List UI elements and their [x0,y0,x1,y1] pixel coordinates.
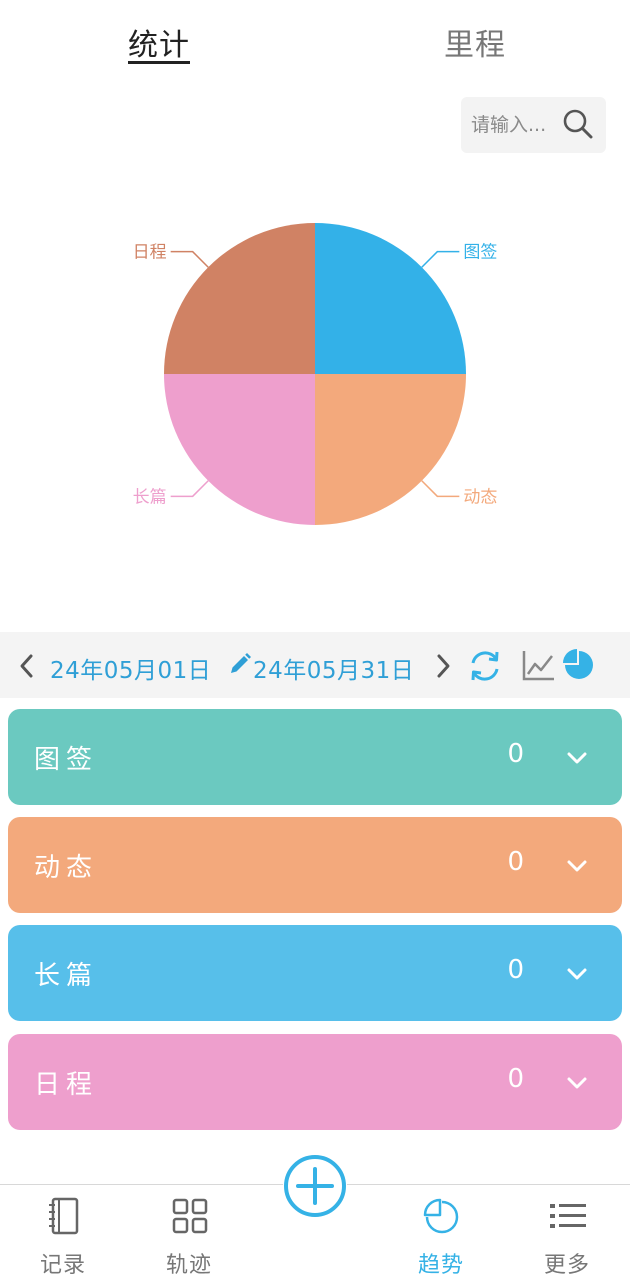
pencil-icon[interactable] [228,652,252,676]
category-card-tuqian[interactable]: 图签 0 [8,709,622,805]
nav-label: 轨迹 [165,1253,212,1278]
search-box [461,97,606,153]
category-count: 0 [507,847,524,877]
tab-mileage[interactable]: 里程 [444,20,506,64]
pie-slice[interactable] [164,223,315,374]
pie-slice-label: 动态 [463,487,497,507]
chevron-left-icon[interactable] [16,653,38,679]
category-card-changpian[interactable]: 长篇 0 [8,925,622,1021]
category-count: 0 [507,739,524,769]
search-input[interactable] [471,109,559,141]
chevron-right-icon[interactable] [432,653,454,679]
grid-icon [172,1198,208,1234]
end-date[interactable]: 24年05月31日 [253,651,414,685]
pie-slice[interactable] [315,374,466,525]
category-label: 长篇 [34,961,99,991]
category-card-dongtai[interactable]: 动态 0 [8,817,622,913]
nav-item-records[interactable]: 记录 [8,1185,118,1281]
nav-label: 记录 [39,1253,86,1278]
category-label: 日程 [34,1070,99,1100]
category-label: 图签 [34,745,99,775]
tab-statistics[interactable]: 统计 [128,20,190,64]
refresh-icon[interactable] [467,648,503,684]
category-count: 0 [507,1064,524,1094]
nav-item-trend[interactable]: 趋势 [386,1185,496,1281]
category-label: 动态 [34,853,99,883]
list-icon [550,1204,586,1228]
pie-slice[interactable] [315,223,466,374]
pie-slice[interactable] [164,374,315,525]
nav-label: 趋势 [417,1253,464,1278]
pie-slice-label: 图签 [463,243,497,263]
chevron-down-icon[interactable] [566,1072,588,1094]
category-card-richeng[interactable]: 日程 0 [8,1034,622,1130]
pie-chart: 图签动态 长篇 日程 [0,180,630,580]
search-icon[interactable] [561,107,595,141]
pie-leader-line [170,480,209,498]
pie-slice-label: 长篇 [133,487,167,507]
nav-item-track[interactable]: 轨迹 [134,1185,244,1281]
chevron-down-icon[interactable] [566,747,588,769]
pie-slice-label: 日程 [133,243,167,263]
top-tab-bar: 统计 里程 [0,0,630,82]
add-icon [284,1155,346,1217]
nav-item-more[interactable]: 更多 [512,1185,622,1281]
add-button[interactable] [283,1154,347,1218]
pie-chart-svg: 图签动态 长篇 日程 [133,223,497,525]
chevron-down-icon[interactable] [566,963,588,985]
pie-chart-icon[interactable] [562,648,596,682]
pie-leader-line [170,250,209,268]
start-date[interactable]: 24年05月01日 [50,651,211,685]
chevron-down-icon[interactable] [566,855,588,877]
pie-chart-icon [423,1198,459,1234]
line-chart-icon[interactable] [522,649,556,681]
nav-label: 更多 [543,1253,590,1278]
notebook-icon [49,1197,79,1235]
pie-leader-line [421,250,460,268]
date-range-bar: 24年05月01日 24年05月31日 [0,632,630,698]
category-count: 0 [507,955,524,985]
pie-leader-line [421,480,460,498]
